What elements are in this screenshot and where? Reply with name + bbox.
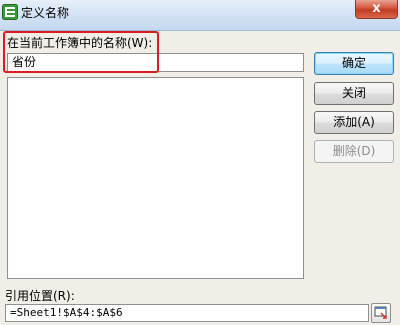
window-close-button[interactable]: x (355, 0, 398, 19)
window-title: 定义名称 (21, 6, 70, 20)
close-button[interactable]: 关闭 (314, 82, 394, 105)
refers-to-label: 引用位置(R): (5, 289, 75, 303)
define-name-dialog: 定义名称 x 在当前工作簿中的名称(W): 省份 确定 关闭 添加(A) 删除(… (0, 0, 400, 325)
ok-button[interactable]: 确定 (314, 52, 394, 75)
collapse-dialog-icon (374, 306, 387, 319)
name-input[interactable]: 省份 (7, 53, 304, 72)
refers-to-input[interactable]: =Sheet1!$A$4:$A$6 (5, 304, 369, 322)
add-button[interactable]: 添加(A) (314, 111, 394, 134)
collapse-dialog-button[interactable] (371, 303, 391, 323)
defined-names-list[interactable] (7, 77, 304, 279)
delete-button: 删除(D) (314, 140, 394, 163)
title-bar[interactable]: 定义名称 x (0, 0, 400, 31)
names-in-workbook-label: 在当前工作簿中的名称(W): (7, 36, 153, 50)
spreadsheet-app-icon (2, 4, 18, 20)
close-icon: x (372, 1, 381, 16)
